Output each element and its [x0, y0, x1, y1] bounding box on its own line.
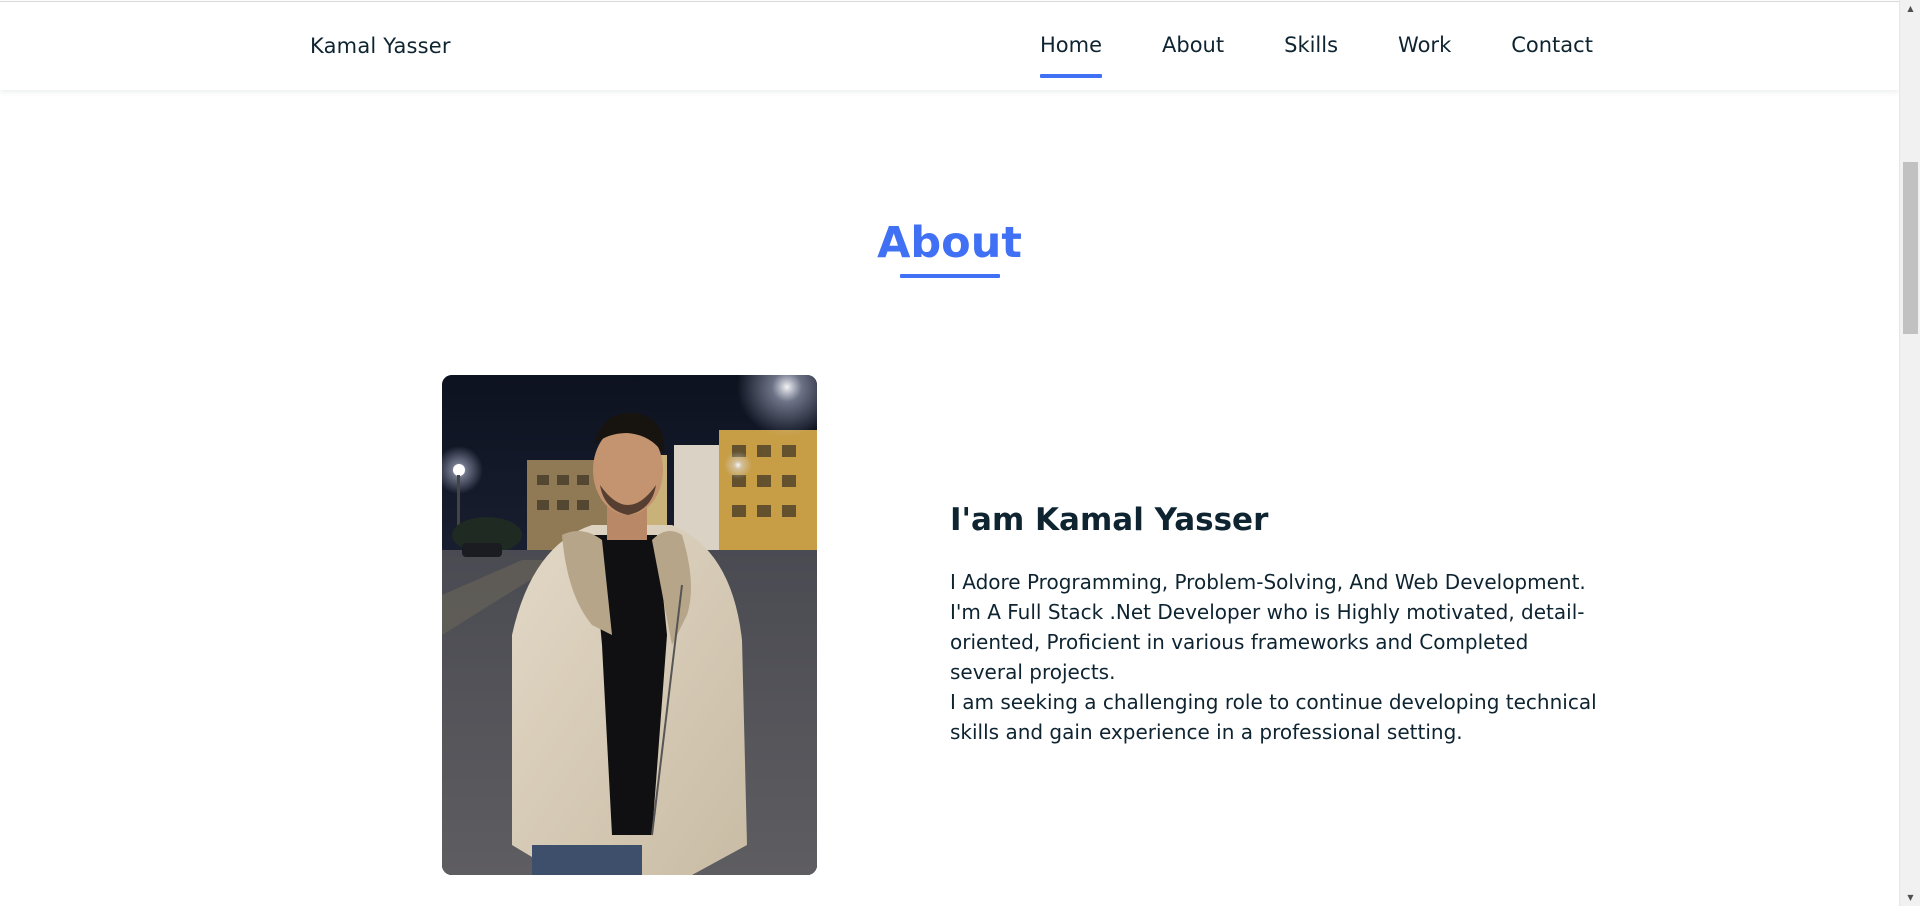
- about-description: I Adore Programming, Problem-Solving, An…: [950, 567, 1600, 747]
- nav-item-home[interactable]: Home: [1040, 2, 1103, 78]
- profile-photo-illustration: [442, 375, 817, 875]
- scroll-up-arrow-icon[interactable]: ▲: [1900, 0, 1920, 17]
- nav-item-contact[interactable]: Contact: [1511, 2, 1593, 57]
- about-paragraph-2: I am seeking a challenging role to conti…: [950, 690, 1597, 744]
- about-heading: I'am Kamal Yasser: [950, 502, 1269, 538]
- main-nav: Home About Skills Work Contact: [1040, 2, 1593, 91]
- site-header: Kamal Yasser Home About Skills Work Cont…: [0, 1, 1899, 90]
- page-scrollbar[interactable]: ▲ ▼: [1899, 0, 1920, 906]
- profile-photo: [442, 375, 817, 875]
- scroll-down-arrow-icon[interactable]: ▼: [1900, 889, 1920, 906]
- about-paragraph-1: I Adore Programming, Problem-Solving, An…: [950, 570, 1586, 684]
- scrollbar-thumb[interactable]: [1903, 162, 1918, 334]
- nav-item-about[interactable]: About: [1162, 2, 1224, 57]
- section-title: About: [877, 218, 1022, 268]
- section-title-underline: [900, 274, 1000, 278]
- nav-item-skills[interactable]: Skills: [1284, 2, 1338, 57]
- site-logo[interactable]: Kamal Yasser: [310, 34, 451, 58]
- nav-item-work[interactable]: Work: [1398, 2, 1451, 57]
- page-viewport: Kamal Yasser Home About Skills Work Cont…: [0, 0, 1899, 906]
